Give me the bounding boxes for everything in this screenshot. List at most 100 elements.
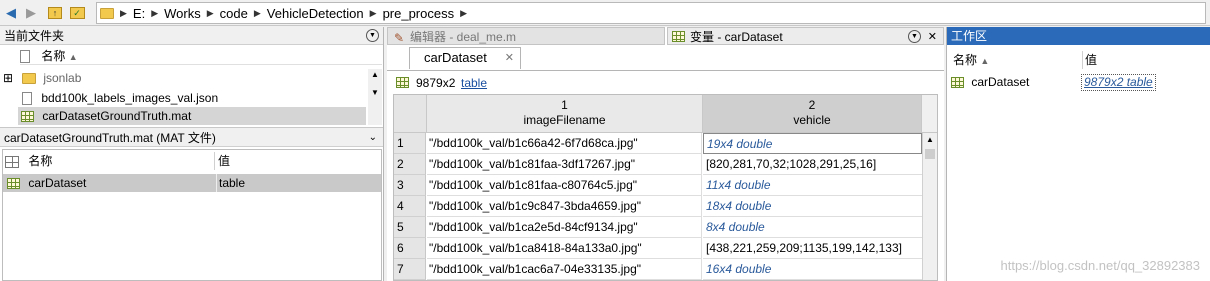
- table-cell-filename[interactable]: "/bdd100k_val/b1cac6a7-04e33135.jpg": [427, 259, 702, 280]
- workspace-row-value[interactable]: 9879x2 table: [1081, 74, 1156, 91]
- table-icon: [396, 77, 409, 88]
- tab-variables-label: 变量 - carDataset: [690, 30, 783, 44]
- corner-cell[interactable]: [394, 95, 427, 133]
- row-number[interactable]: 1: [394, 133, 426, 154]
- row-number[interactable]: 6: [394, 238, 426, 259]
- details-col-value[interactable]: 值: [218, 152, 230, 170]
- scroll-thumb[interactable]: [925, 149, 935, 159]
- row-number[interactable]: 4: [394, 196, 426, 217]
- var-doc-tab-label: carDataset: [424, 50, 487, 65]
- column-name-label: 名称: [41, 49, 66, 63]
- current-folder-panel: 当前文件夹 ▼ 名称 ▲ ⊞ jsonlab bdd100k_labels_im…: [0, 27, 384, 281]
- row-number[interactable]: 3: [394, 175, 426, 196]
- workspace-row[interactable]: carDataset 9879x2 table: [949, 73, 1209, 91]
- tab-editor-label: 编辑器 - deal_me.m: [410, 30, 517, 44]
- row-number[interactable]: 5: [394, 217, 426, 238]
- scroll-up-icon[interactable]: ▲: [923, 133, 937, 147]
- table-cell-vehicle[interactable]: 18x4 double: [703, 196, 922, 217]
- tab-variables[interactable]: 变量 - carDataset ▼ ✕: [667, 27, 944, 45]
- var-size-label: 9879x2: [416, 76, 456, 90]
- folder-icon: [100, 7, 114, 19]
- row-number[interactable]: 7: [394, 259, 426, 280]
- details-row[interactable]: carDataset table: [3, 174, 381, 192]
- column-name: imageFilename: [523, 113, 606, 127]
- expand-toggle-icon[interactable]: ⊞: [3, 69, 13, 87]
- folder-icon: [22, 73, 36, 85]
- watermark: https://blog.csdn.net/qq_32892383: [1000, 258, 1201, 273]
- column-header-name[interactable]: 名称 ▲: [20, 47, 382, 65]
- details-header[interactable]: carDatasetGroundTruth.mat (MAT 文件) ⌄: [0, 127, 383, 147]
- breadcrumb-drive[interactable]: E:: [129, 6, 149, 21]
- grid-icon: [5, 155, 19, 168]
- doc-icon: [22, 92, 32, 106]
- sort-up-icon: ▲: [980, 56, 990, 66]
- up-folder-icon[interactable]: ↑: [46, 4, 64, 22]
- table-cell-filename[interactable]: "/bdd100k_val/b1ca2e5d-84cf9134.jpg": [427, 217, 702, 238]
- table-icon: [21, 111, 34, 123]
- workspace-col-name-label: 名称: [953, 53, 978, 67]
- table-cell-filename[interactable]: "/bdd100k_val/b1c81faa-c80764c5.jpg": [427, 175, 702, 196]
- header-filler: [922, 95, 937, 133]
- path-separator: ▶: [120, 7, 127, 18]
- address-bar: ◀ ▶ ↑ ✓ ▶ E: ▶ Works ▶ code ▶ VehicleDet…: [0, 0, 1210, 26]
- column-header-imagefilename[interactable]: 1 imageFilename: [427, 95, 703, 133]
- details-table: 名称 值 carDataset table: [2, 149, 382, 281]
- variables-panel: ✎ 编辑器 - deal_me.m 变量 - carDataset ▼ ✕ ca…: [387, 27, 944, 281]
- table-cell-vehicle[interactable]: [820,281,70,32;1028,291,25,16]: [703, 154, 922, 175]
- sort-up-icon: ▲: [68, 52, 78, 62]
- pencil-icon: ✎: [394, 31, 405, 45]
- column-number: 1: [561, 98, 568, 112]
- table-cell-vehicle[interactable]: 19x4 double: [703, 133, 922, 154]
- tab-editor[interactable]: ✎ 编辑器 - deal_me.m: [387, 27, 665, 45]
- panel-menu-icon[interactable]: ▼: [908, 30, 921, 43]
- var-doc-tab[interactable]: carDataset ✕: [409, 47, 521, 69]
- breadcrumb-works[interactable]: Works: [160, 6, 205, 21]
- workspace-header: 工作区: [947, 27, 1210, 45]
- path-separator: ▶: [253, 7, 261, 18]
- browse-folder-icon[interactable]: ✓: [68, 4, 86, 22]
- workspace-col-value[interactable]: 值: [1085, 51, 1097, 69]
- variable-toolbar: 9879x2 table: [387, 70, 944, 94]
- close-icon[interactable]: ✕: [505, 48, 514, 68]
- breadcrumb-pre-process[interactable]: pre_process: [379, 6, 459, 21]
- close-icon[interactable]: ✕: [928, 28, 937, 46]
- breadcrumb-vehicledetection[interactable]: VehicleDetection: [263, 6, 368, 21]
- column-name: vehicle: [793, 113, 831, 127]
- chevron-down-icon[interactable]: ⌄: [369, 128, 377, 148]
- table-icon: [7, 178, 20, 190]
- var-type-link[interactable]: table: [461, 76, 487, 90]
- table-cell-vehicle[interactable]: 16x4 double: [703, 259, 922, 280]
- workspace-row-name: carDataset: [971, 75, 1030, 89]
- doc-icon: [20, 50, 30, 64]
- workspace-panel: 工作区 名称 ▲ 值 carDataset 9879x2 table https…: [946, 27, 1210, 281]
- details-col-name-label: 名称: [28, 154, 53, 168]
- column-header-vehicle[interactable]: 2 vehicle: [703, 95, 922, 133]
- table-cell-vehicle[interactable]: [438,221,259,209;1135,199,142,133]: [703, 238, 922, 259]
- list-item[interactable]: bdd100k_labels_images_val.json: [22, 89, 362, 107]
- scrollbar[interactable]: ▲ ▼: [368, 69, 382, 125]
- details-col-name[interactable]: 名称: [5, 152, 215, 170]
- breadcrumb-code[interactable]: code: [216, 6, 252, 21]
- back-arrow-icon[interactable]: ◀: [2, 4, 20, 22]
- list-item-label: carDatasetGroundTruth.mat: [42, 109, 192, 123]
- list-item-selected[interactable]: carDatasetGroundTruth.mat: [18, 107, 366, 125]
- path-separator: ▶: [460, 7, 468, 18]
- table-cell-vehicle[interactable]: 11x4 double: [703, 175, 922, 196]
- path-separator: ▶: [369, 7, 377, 18]
- table-cell-filename[interactable]: "/bdd100k_val/b1c9c847-3bda4659.jpg": [427, 196, 702, 217]
- forward-arrow-icon[interactable]: ▶: [22, 4, 40, 22]
- workspace-col-name[interactable]: 名称 ▲: [953, 51, 1083, 69]
- path-field[interactable]: ▶ E: ▶ Works ▶ code ▶ VehicleDetection ▶…: [96, 2, 1206, 24]
- table-cell-filename[interactable]: "/bdd100k_val/b1c66a42-6f7d68ca.jpg": [427, 133, 702, 154]
- table-cell-vehicle[interactable]: 8x4 double: [703, 217, 922, 238]
- vertical-scrollbar[interactable]: ▲: [922, 133, 937, 280]
- panel-menu-icon[interactable]: ▼: [366, 29, 379, 42]
- row-number[interactable]: 2: [394, 154, 426, 175]
- details-row-name: carDataset: [28, 176, 87, 190]
- column-number: 2: [808, 98, 816, 112]
- list-item[interactable]: jsonlab: [22, 69, 362, 87]
- table-cell-filename[interactable]: "/bdd100k_val/b1ca8418-84a133a0.jpg": [427, 238, 702, 259]
- path-separator: ▶: [151, 7, 159, 18]
- table-cell-filename[interactable]: "/bdd100k_val/b1c81faa-3df17267.jpg": [427, 154, 702, 175]
- details-row-value: table: [216, 174, 245, 192]
